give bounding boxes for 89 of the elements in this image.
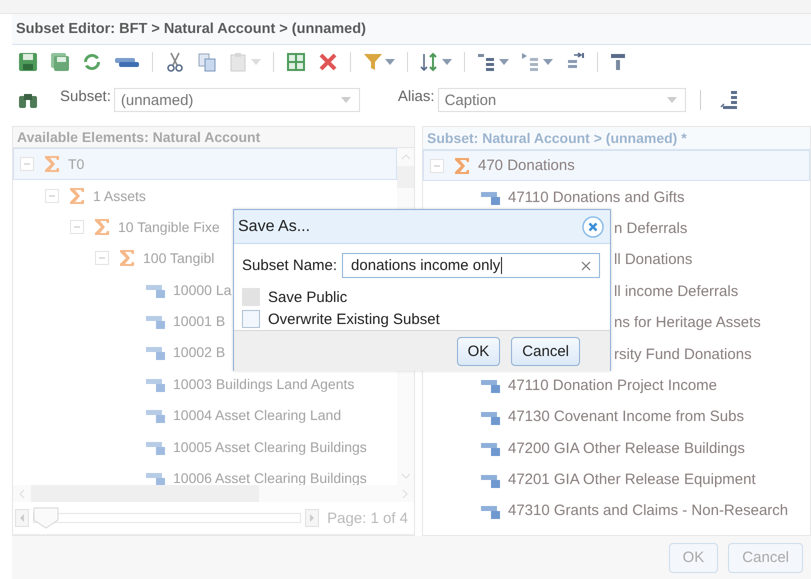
ok-button[interactable]: OK: [456, 336, 500, 366]
tree-row[interactable]: 47110 Donations and Gifts: [423, 181, 810, 213]
element-icon: [146, 470, 168, 486]
panel-title: Subset: Natural Account > (unnamed) *: [427, 130, 687, 146]
tree-item-label: 10 Tangible Fixe: [118, 218, 220, 235]
subset-name-field[interactable]: donations income only: [342, 253, 600, 278]
refresh-icon[interactable]: [82, 52, 102, 72]
expander-icon[interactable]: [430, 158, 444, 173]
tree-item-label: 47130 Covenant Income from Subs: [508, 408, 744, 426]
tree-item-label: 10003 Buildings Land Agents: [173, 376, 354, 392]
subset-name-label: Subset Name:: [242, 257, 338, 274]
save-icon[interactable]: [18, 52, 38, 72]
checkbox[interactable]: [242, 310, 260, 328]
page-slider[interactable]: [33, 507, 302, 530]
tree-item-label: 10001 B: [173, 313, 226, 330]
panel-title: Available Elements: Natural Account: [17, 129, 260, 146]
delete-icon[interactable]: [318, 52, 338, 72]
tree-row[interactable]: 470 Donations: [423, 150, 810, 182]
checkbox-label: Overwrite Existing Subset: [268, 310, 440, 328]
sigma-icon: [69, 186, 85, 204]
tree-row[interactable]: 47110 Donation Project Income: [423, 370, 810, 402]
filter-icon[interactable]: [363, 52, 383, 72]
alias-dropdown[interactable]: Caption: [438, 88, 686, 112]
element-icon: [146, 344, 168, 360]
tree-row[interactable]: 47200 GIA Other Release Buildings: [423, 432, 810, 464]
element-icon: [146, 407, 168, 424]
subset-dropdown[interactable]: (unnamed): [114, 88, 360, 112]
sigma-icon: [454, 156, 470, 175]
tree-row[interactable]: 10005 Asset Clearing Buildings: [13, 430, 397, 462]
subset-label: Subset:: [60, 88, 111, 104]
element-icon: [481, 377, 503, 394]
scissors-icon[interactable]: [165, 52, 185, 72]
tree-row[interactable]: 1 Assets: [13, 180, 397, 212]
caret-icon[interactable]: [442, 59, 452, 65]
expander-icon[interactable]: [95, 251, 109, 266]
dialog-title: Save As...: [238, 218, 310, 236]
tree-row[interactable]: 10003 Buildings Land Agents: [13, 368, 397, 400]
tree-row[interactable]: 47130 Covenant Income from Subs: [423, 401, 810, 433]
cancel-button[interactable]: Cancel: [728, 542, 803, 572]
tree-item-label: 470 Donations: [478, 157, 575, 174]
save-all-icon[interactable]: [50, 52, 70, 72]
copy-icon[interactable]: [197, 52, 217, 72]
element-icon: [481, 189, 503, 206]
caret-icon: [666, 97, 677, 103]
tree-item-label: n Deferrals: [614, 220, 688, 237]
element-icon: [146, 313, 168, 330]
sigma-icon: [94, 218, 110, 236]
tree-row[interactable]: T0: [13, 148, 397, 180]
tree-row[interactable]: 10004 Asset Clearing Land: [13, 400, 397, 431]
tree-item-label: 10005 Asset Clearing Buildings: [173, 438, 367, 455]
cancel-button[interactable]: Cancel: [511, 336, 580, 366]
next-page-icon[interactable]: [305, 509, 320, 528]
page-indicator: Page: 1 of 4: [327, 510, 408, 527]
expander-icon[interactable]: [20, 157, 34, 172]
caret-icon: [340, 97, 351, 103]
tree-item-label: 47200 GIA Other Release Buildings: [508, 440, 745, 457]
expander-icon[interactable]: [70, 220, 84, 234]
grid-icon[interactable]: [286, 52, 306, 72]
clear-icon[interactable]: [581, 260, 591, 270]
slider-thumb[interactable]: [33, 507, 59, 530]
previous-page-icon[interactable]: [15, 509, 29, 528]
alias-label: Alias:: [398, 88, 435, 104]
scrollbar-thumb[interactable]: [31, 485, 259, 502]
sigma-icon: [119, 249, 135, 268]
tree-item-label: 47201 GIA Other Release Equipment: [508, 471, 756, 488]
tree-item-label: 47310 Grants and Claims - Non-Research: [508, 502, 788, 520]
sigma-icon: [44, 155, 60, 174]
tree-item-label: 47110 Donations and Gifts: [508, 188, 685, 206]
tree-row[interactable]: 47310 Grants and Claims - Non-Research: [423, 495, 810, 527]
tree-item-label: T0: [68, 156, 84, 172]
tree-item-label: 10004 Asset Clearing Land: [173, 407, 342, 424]
caret-icon[interactable]: [499, 59, 509, 65]
close-icon[interactable]: [582, 216, 604, 238]
expander-icon[interactable]: [45, 188, 59, 202]
tree-item-label: ll income Deferrals: [614, 282, 738, 300]
tree-item-label: 1 Assets: [93, 188, 146, 204]
tree-row[interactable]: 47201 GIA Other Release Equipment: [423, 464, 810, 496]
checkbox-label: Save Public: [268, 288, 348, 306]
tree-item-label: 100 Tangibl: [143, 250, 214, 266]
tree-item-label: 10000 La: [173, 282, 232, 298]
scrollbar-thumb[interactable]: [397, 166, 414, 188]
tree-item-label: 47110 Donation Project Income: [508, 376, 718, 394]
caret-icon[interactable]: [385, 59, 395, 65]
element-icon: [481, 440, 503, 456]
tree-row[interactable]: 10002 B: [13, 336, 397, 368]
ok-button[interactable]: OK: [668, 542, 718, 572]
caret-icon[interactable]: [543, 59, 553, 65]
window-title: Subset Editor: BFT > Natural Account > (unnamed): [16, 21, 366, 37]
tree-item-label: 10002 B: [173, 344, 226, 360]
